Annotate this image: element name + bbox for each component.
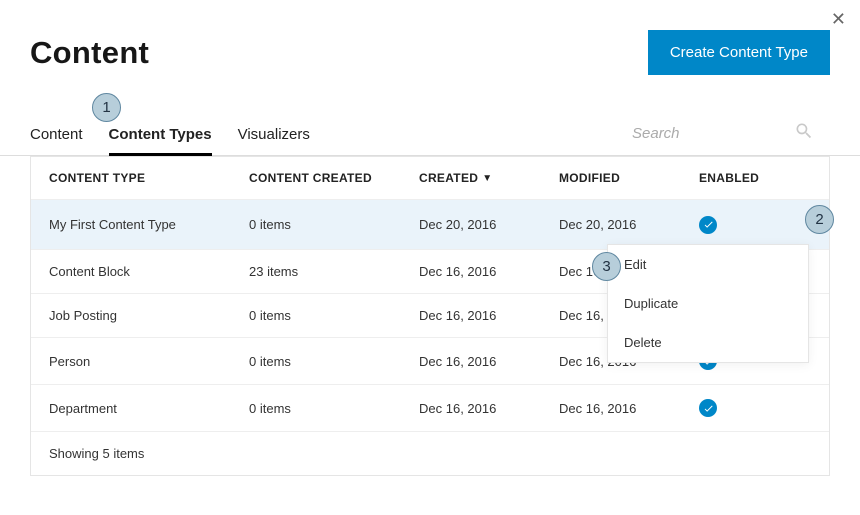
ctx-edit[interactable]: Edit: [608, 245, 808, 284]
cell-name: Person: [49, 354, 249, 369]
search-wrap: [630, 121, 830, 155]
cell-items: 0 items: [249, 401, 419, 416]
cell-name: Department: [49, 401, 249, 416]
col-modified[interactable]: MODIFIED: [559, 171, 699, 185]
page-title: Content: [30, 35, 149, 71]
cell-created: Dec 20, 2016: [419, 217, 559, 232]
cell-items: 0 items: [249, 354, 419, 369]
table-row[interactable]: My First Content Type0 itemsDec 20, 2016…: [31, 200, 829, 250]
cell-enabled: [699, 216, 799, 234]
step-badge-3: 3: [592, 252, 621, 281]
tab-bar: Content Content Types Visualizers: [0, 115, 860, 156]
col-content-type[interactable]: CONTENT TYPE: [49, 171, 249, 185]
cell-name: Content Block: [49, 264, 249, 279]
col-created[interactable]: CREATED ▼: [419, 171, 559, 185]
cell-modified: Dec 16, 2016: [559, 401, 699, 416]
cell-created: Dec 16, 2016: [419, 308, 559, 323]
sort-desc-icon: ▼: [482, 173, 492, 184]
search-input[interactable]: [630, 124, 784, 143]
step-badge-2: 2: [805, 205, 834, 234]
tab-content-types[interactable]: Content Types: [109, 116, 212, 156]
cell-items: 23 items: [249, 264, 419, 279]
cell-created: Dec 16, 2016: [419, 264, 559, 279]
cell-created: Dec 16, 2016: [419, 354, 559, 369]
tab-content[interactable]: Content: [30, 116, 83, 156]
ctx-duplicate[interactable]: Duplicate: [608, 284, 808, 323]
enabled-check-icon: [699, 399, 717, 417]
cell-modified: Dec 20, 2016: [559, 217, 699, 232]
close-icon[interactable]: ✕: [831, 10, 846, 28]
table-footer: Showing 5 items: [31, 432, 829, 475]
cell-items: 0 items: [249, 308, 419, 323]
ctx-delete[interactable]: Delete: [608, 323, 808, 362]
cell-name: Job Posting: [49, 308, 249, 323]
cell-created: Dec 16, 2016: [419, 401, 559, 416]
col-created-label: CREATED: [419, 171, 478, 185]
create-content-type-button[interactable]: Create Content Type: [648, 30, 830, 75]
enabled-check-icon: [699, 216, 717, 234]
row-context-menu: Edit Duplicate Delete: [607, 244, 809, 363]
cell-name: My First Content Type: [49, 217, 249, 232]
cell-items: 0 items: [249, 217, 419, 232]
table-row[interactable]: Department0 itemsDec 16, 2016Dec 16, 201…: [31, 385, 829, 432]
cell-enabled: [699, 399, 799, 417]
search-icon[interactable]: [794, 121, 814, 146]
tab-visualizers[interactable]: Visualizers: [238, 116, 310, 156]
col-enabled[interactable]: ENABLED: [699, 171, 799, 185]
table-header: CONTENT TYPE CONTENT CREATED CREATED ▼ M…: [31, 156, 829, 200]
step-badge-1: 1: [92, 93, 121, 122]
page-header: Content Create Content Type: [0, 0, 860, 85]
col-content-created[interactable]: CONTENT CREATED: [249, 171, 419, 185]
